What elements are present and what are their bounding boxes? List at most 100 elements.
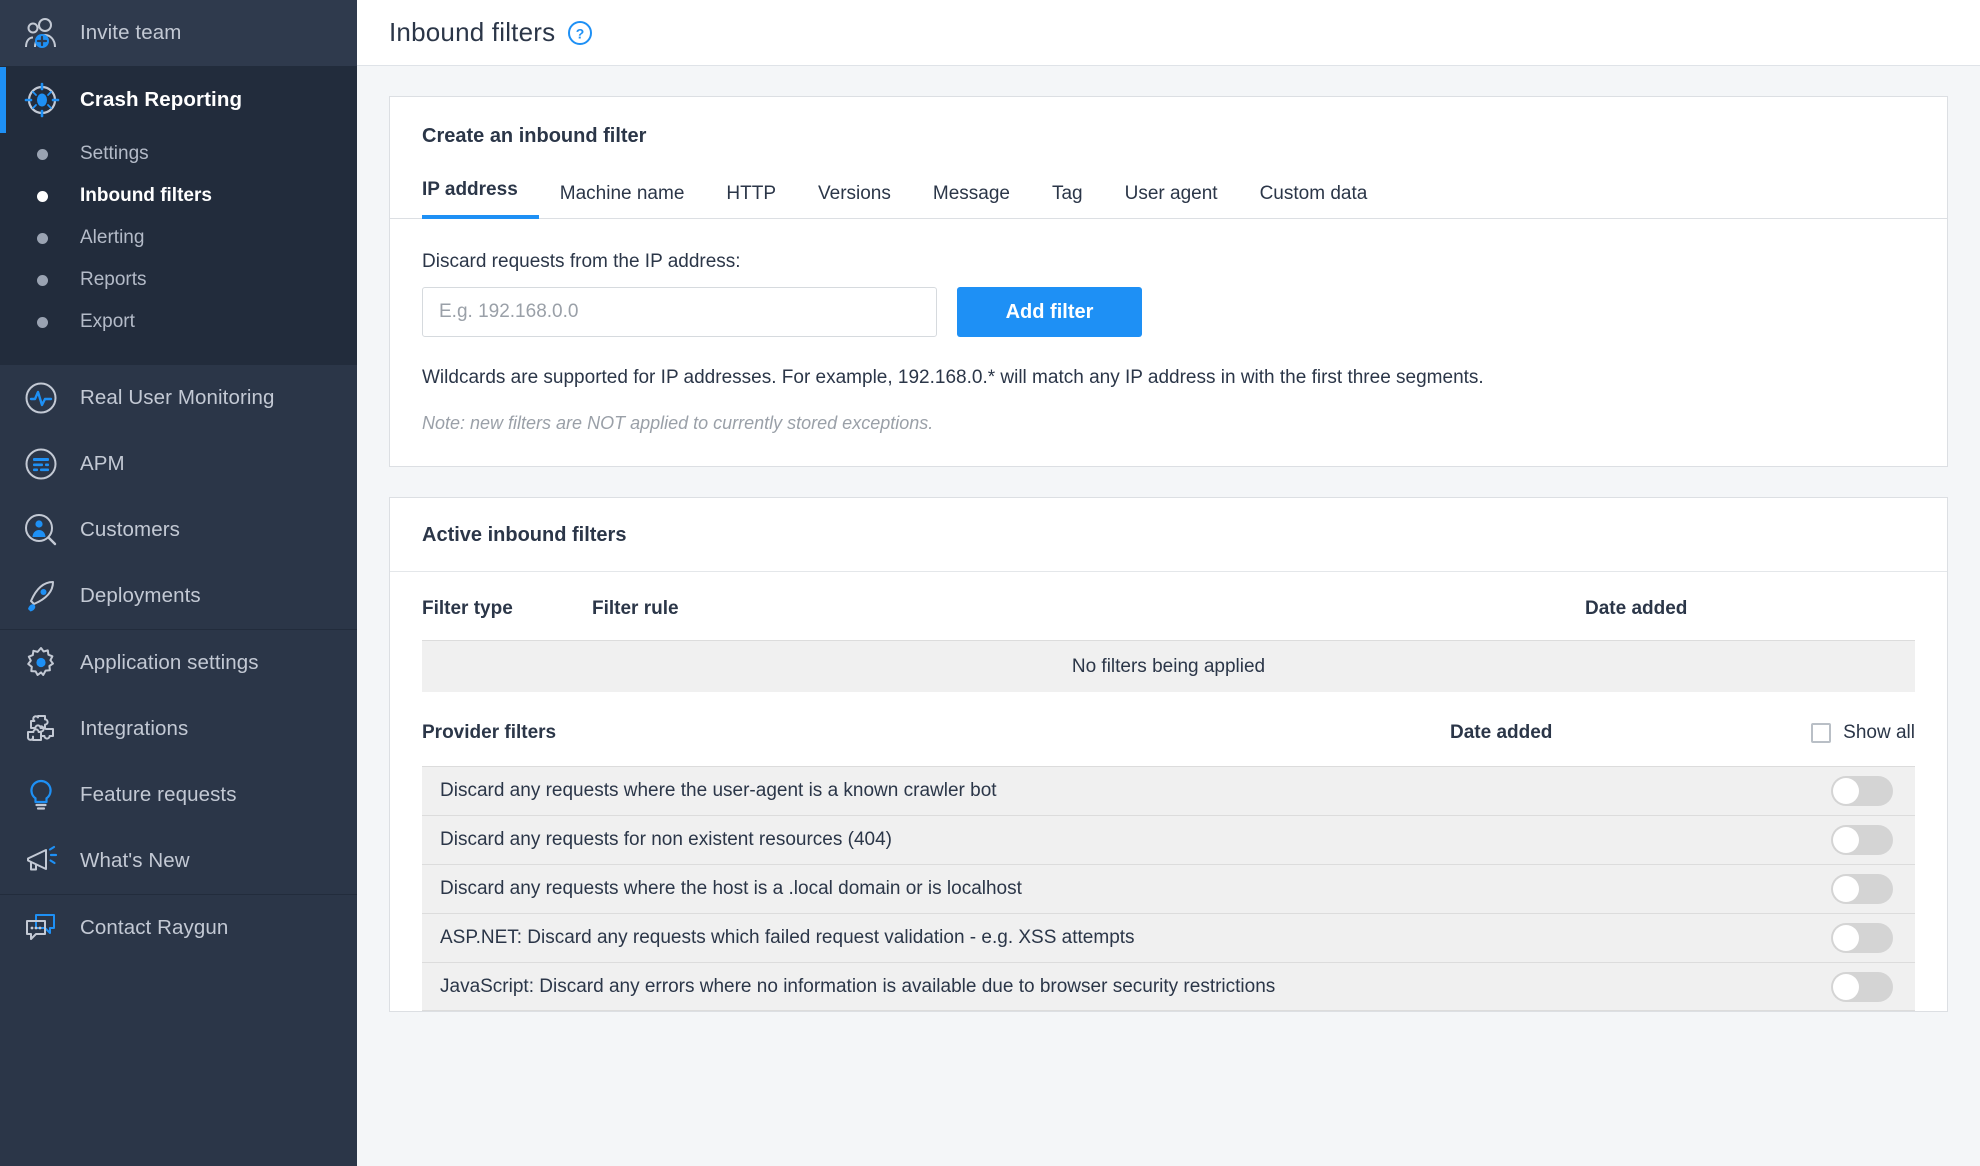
chat-bubbles-icon [24, 912, 80, 944]
tab-tag[interactable]: Tag [1031, 173, 1104, 219]
provider-filter-row: Discard any requests for non existent re… [422, 815, 1915, 864]
sidebar-item-deployments[interactable]: Deployments [0, 563, 357, 629]
sidebar-item-whats-new[interactable]: What's New [0, 828, 357, 894]
sidebar-item-crash-reporting[interactable]: Crash Reporting [0, 67, 357, 133]
sidebar-item-real-user-monitoring[interactable]: Real User Monitoring [0, 365, 357, 431]
sidebar-item-customers[interactable]: Customers [0, 497, 357, 563]
provider-filter-text: ASP.NET: Discard any requests which fail… [440, 927, 1135, 948]
sidebar-item-integrations[interactable]: Integrations [0, 696, 357, 762]
provider-filter-text: Discard any requests where the host is a… [440, 878, 1022, 899]
svg-text:?: ? [576, 25, 585, 41]
active-filters-title: Active inbound filters [390, 498, 1947, 572]
bullet-icon [24, 232, 80, 244]
crash-reporting-bug-icon [24, 82, 80, 118]
filter-type-tabs: IP address Machine name HTTP Versions Me… [390, 168, 1947, 219]
provider-filters-list: Discard any requests where the user-agen… [422, 766, 1915, 1011]
gear-icon [24, 646, 80, 680]
sidebar-crash-reporting-section: Crash Reporting Settings Inbound filters… [0, 67, 357, 365]
provider-filter-toggle[interactable] [1831, 923, 1893, 953]
tab-user-agent[interactable]: User agent [1104, 173, 1239, 219]
sidebar-rum-label: Real User Monitoring [80, 386, 275, 409]
sidebar-item-export[interactable]: Export [0, 301, 357, 343]
create-filter-card: Create an inbound filter IP address Mach… [389, 96, 1948, 467]
app-root: Invite team Crash Reporting Settings Inb… [0, 0, 1980, 1166]
sidebar-apm-label: APM [80, 452, 125, 475]
active-filters-table-header: Filter type Filter rule Date added [422, 572, 1915, 640]
sidebar-item-settings[interactable]: Settings [0, 133, 357, 175]
bullet-icon [24, 274, 80, 286]
sidebar-item-invite-team[interactable]: Invite team [0, 0, 357, 66]
sidebar-export-label: Export [80, 311, 135, 332]
provider-filters-title: Provider filters [422, 722, 557, 743]
provider-date-added-header: Date added [1450, 722, 1553, 743]
tab-custom-data[interactable]: Custom data [1239, 173, 1389, 219]
ip-address-input[interactable] [422, 287, 937, 337]
rocket-icon [24, 579, 80, 613]
sidebar-reports-label: Reports [80, 269, 147, 290]
bullet-icon [24, 148, 80, 160]
provider-filter-toggle[interactable] [1831, 971, 1893, 1002]
megaphone-icon [24, 844, 80, 878]
question-circle-icon[interactable]: ? [567, 20, 593, 46]
ip-address-field-row: Add filter [422, 287, 1915, 337]
show-all-checkbox-wrapper[interactable]: Show all [1780, 722, 1915, 744]
empty-state-row: No filters being applied [422, 640, 1915, 692]
provider-filter-row: ASP.NET: Discard any requests which fail… [422, 913, 1915, 962]
sidebar-item-contact-raygun[interactable]: Contact Raygun [0, 895, 357, 961]
tab-message[interactable]: Message [912, 173, 1031, 219]
ip-address-field-label: Discard requests from the IP address: [422, 251, 741, 272]
sidebar-integrations-label: Integrations [80, 717, 189, 740]
sidebar-subnav-spacer [0, 343, 357, 365]
sidebar-item-inbound-filters[interactable]: Inbound filters [0, 175, 357, 217]
column-header-filter-rule: Filter rule [592, 598, 679, 619]
sidebar: Invite team Crash Reporting Settings Inb… [0, 0, 357, 1166]
sidebar-crash-reporting-label: Crash Reporting [80, 88, 243, 111]
sidebar-item-alerting[interactable]: Alerting [0, 217, 357, 259]
tab-versions[interactable]: Versions [797, 173, 912, 219]
tab-http[interactable]: HTTP [705, 173, 797, 219]
apm-circle-icon [24, 447, 80, 481]
create-filter-title: Create an inbound filter [422, 125, 647, 147]
provider-filter-toggle[interactable] [1831, 825, 1893, 855]
filter-note-text: Note: new filters are NOT applied to cur… [422, 413, 934, 433]
active-filters-card: Active inbound filters Filter type Filte… [389, 497, 1948, 1012]
sidebar-contact-group: Contact Raygun [0, 895, 357, 961]
sidebar-application-settings-label: Application settings [80, 651, 259, 674]
invite-team-icon [24, 17, 80, 49]
provider-filter-row: Discard any requests where the host is a… [422, 864, 1915, 913]
bullet-icon [24, 190, 80, 202]
provider-filters-header: Provider filters Date added Show all [422, 692, 1915, 766]
provider-filter-text: Discard any requests for non existent re… [440, 829, 892, 850]
sidebar-item-feature-requests[interactable]: Feature requests [0, 762, 357, 828]
provider-filter-row: JavaScript: Discard any errors where no … [422, 962, 1915, 1011]
sidebar-feature-requests-label: Feature requests [80, 783, 237, 806]
show-all-checkbox[interactable] [1811, 723, 1832, 743]
sidebar-customers-label: Customers [80, 518, 181, 541]
sidebar-whats-new-label: What's New [80, 849, 190, 872]
tab-machine-name[interactable]: Machine name [539, 173, 706, 219]
sidebar-item-application-settings[interactable]: Application settings [0, 630, 357, 696]
add-filter-button[interactable]: Add filter [957, 287, 1142, 337]
column-header-date-added: Date added [1585, 598, 1688, 619]
ip-address-panel: Discard requests from the IP address: Ad… [390, 219, 1947, 466]
page-title: Inbound filters [389, 17, 556, 47]
provider-filter-text: Discard any requests where the user-agen… [440, 780, 997, 801]
provider-filter-toggle[interactable] [1831, 776, 1893, 806]
sidebar-inbound-filters-label: Inbound filters [80, 185, 212, 206]
sidebar-item-apm[interactable]: APM [0, 431, 357, 497]
sidebar-item-reports[interactable]: Reports [0, 259, 357, 301]
main-content: Inbound filters ? Create an inbound filt… [357, 0, 1980, 1166]
active-filters-table: Filter type Filter rule Date added No fi… [390, 572, 1947, 1011]
page-header: Inbound filters ? [357, 0, 1980, 66]
sidebar-contact-raygun-label: Contact Raygun [80, 916, 229, 939]
sidebar-alerting-label: Alerting [80, 227, 145, 248]
sidebar-settings-group: Application settings Integrations Featur… [0, 630, 357, 894]
bullet-icon [24, 316, 80, 328]
sidebar-products-group: Real User Monitoring APM Customers Deplo… [0, 365, 357, 629]
sidebar-settings-label: Settings [80, 143, 149, 164]
provider-filter-text: JavaScript: Discard any errors where no … [440, 975, 1276, 997]
provider-filter-toggle[interactable] [1831, 874, 1893, 904]
tab-ip-address[interactable]: IP address [422, 169, 539, 219]
wildcard-help-text: Wildcards are supported for IP addresses… [422, 367, 1484, 388]
content-area: Create an inbound filter IP address Mach… [357, 66, 1980, 1166]
